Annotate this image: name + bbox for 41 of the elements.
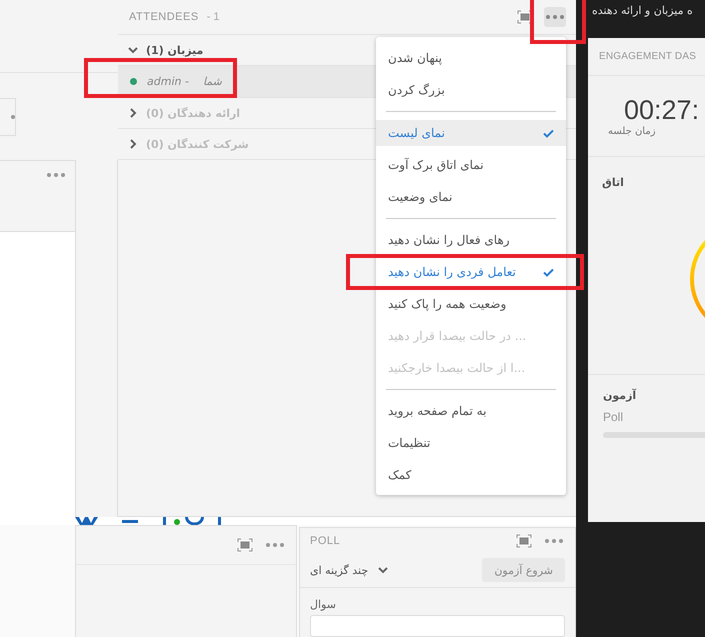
panel-title: POLL [310, 534, 340, 547]
question-field[interactable] [310, 615, 565, 637]
menu-item[interactable]: تنظیمات [376, 430, 566, 456]
panel-title: ATTENDEES [129, 11, 199, 23]
poll-type-select[interactable]: چند گزینه ای [310, 564, 388, 577]
menu-item[interactable]: نمای لیست [376, 120, 566, 146]
maximize-icon [517, 10, 533, 24]
menu-item[interactable]: نمای اتاق برک آوت [376, 152, 566, 178]
chevron-right-icon [128, 108, 138, 118]
timer-label: زمان جلسه [608, 126, 656, 137]
maximize-icon [237, 538, 253, 552]
more-button[interactable] [544, 7, 566, 27]
chevron-down-icon [378, 565, 388, 576]
question-label: سوال [309, 597, 337, 614]
card-title: ENGAGEMENT DAS [599, 51, 696, 62]
menu-item[interactable]: وضعیت همه را پاک کنید [376, 291, 566, 317]
menu-item[interactable]: پنهان شدن [376, 45, 566, 71]
menu-item[interactable]: رهای فعال را نشان دهید [376, 227, 566, 253]
checkmark-icon [543, 268, 554, 276]
more-icon [47, 173, 65, 177]
more-icon [546, 15, 564, 19]
menu-item[interactable]: کمک [376, 462, 566, 488]
menu-item[interactable]: تعامل فردی را نشان دهید [376, 259, 566, 285]
poll-title: آزمون [603, 389, 638, 402]
maximize-icon [516, 534, 532, 548]
chevron-right-icon [128, 139, 138, 149]
chevron-down-icon [128, 45, 138, 55]
room-label: اتاق [602, 176, 624, 189]
session-timer: 00:27: [624, 95, 700, 126]
more-icon [545, 538, 563, 543]
collapsed-panel-tab[interactable] [0, 98, 16, 136]
poll-subtitle: Poll [603, 410, 624, 424]
top-bar-text: ه میزبان و ارائه دهنده [592, 4, 693, 17]
attendee-count: - 1 [206, 11, 220, 23]
menu-item[interactable]: نمای وضعیت [376, 184, 566, 210]
more-icon [11, 114, 15, 118]
more-icon [266, 543, 284, 547]
menu-item[interactable]: به تمام صفحه بروید [376, 398, 566, 424]
highlight-frame [530, 0, 586, 44]
menu-item[interactable]: بزرگ کردن [376, 77, 566, 103]
checkmark-icon [543, 128, 554, 138]
